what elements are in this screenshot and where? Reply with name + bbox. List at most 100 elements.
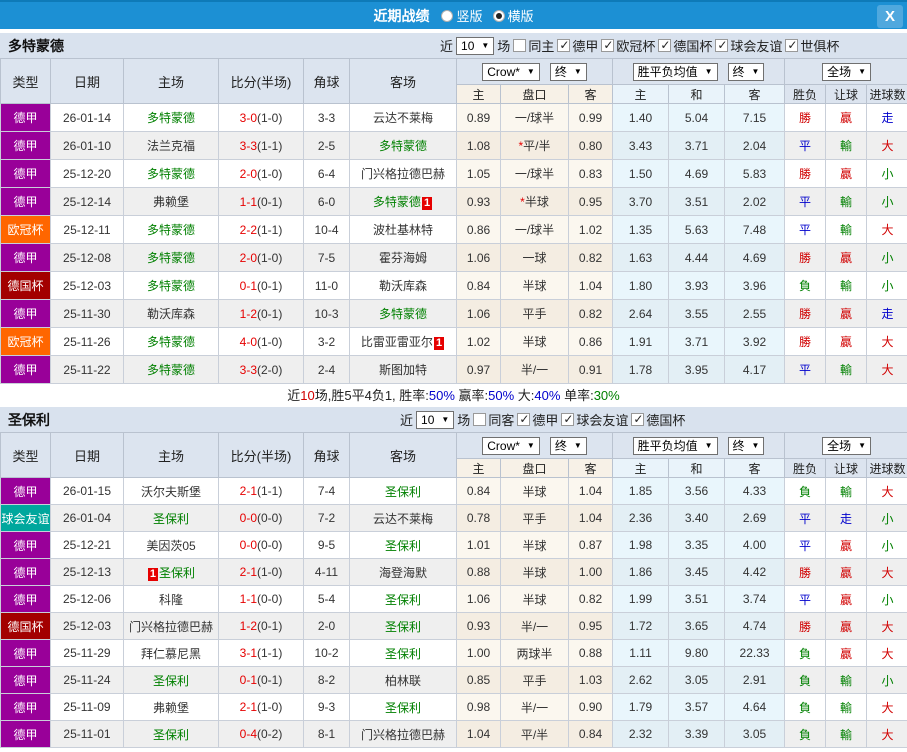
result-handicap: 贏 bbox=[825, 327, 868, 356]
result-handicap: 贏 bbox=[825, 558, 868, 586]
result-goals: 小 bbox=[866, 271, 907, 300]
match-date: 25-12-08 bbox=[50, 243, 124, 272]
match-score: 0-1(0-1) bbox=[218, 271, 304, 300]
avg-away: 3.92 bbox=[724, 327, 786, 356]
team-label: 圣保利 bbox=[384, 700, 421, 715]
match-date: 25-12-21 bbox=[50, 531, 124, 559]
layout-radio-horizontal[interactable]: 横版 bbox=[492, 6, 534, 25]
checkbox-icon[interactable] bbox=[785, 38, 799, 52]
team-label: 圣保利 bbox=[384, 619, 421, 634]
team-label: 勒沃库森 bbox=[146, 307, 195, 321]
handicap-label: 平手 bbox=[522, 673, 547, 688]
result-goals: 大 bbox=[866, 215, 907, 244]
halftime-score: (0-2) bbox=[257, 727, 283, 741]
fulltime-score: 0-0 bbox=[239, 511, 257, 525]
halftime-score: (0-0) bbox=[257, 592, 283, 606]
result-wdl: 勝 bbox=[784, 159, 827, 188]
corner-score: 7-2 bbox=[303, 504, 350, 532]
corner-score: 6-0 bbox=[303, 187, 350, 216]
handicap: 平手 bbox=[500, 299, 569, 328]
away-team: 霍芬海姆 bbox=[349, 243, 457, 272]
select-value: 10 bbox=[461, 38, 475, 53]
avg-odds-select[interactable]: 胜平负均值 ▼ bbox=[632, 62, 718, 81]
fulltime-score: 2-1 bbox=[239, 565, 257, 579]
league-checkbox[interactable]: 世俱杯 bbox=[785, 36, 839, 55]
result-handicap: 走 bbox=[825, 504, 868, 532]
close-icon[interactable]: X bbox=[877, 5, 903, 28]
halftime-score: (0-1) bbox=[257, 278, 283, 293]
handicap: 半球 bbox=[500, 558, 569, 586]
league-checkbox[interactable]: 球会友谊 bbox=[715, 36, 782, 55]
avg-draw: 4.44 bbox=[668, 243, 726, 272]
odds-stage-select[interactable]: 终 ▼ bbox=[549, 436, 587, 455]
checkbox-icon[interactable] bbox=[513, 39, 527, 52]
away-team: 柏林联 bbox=[349, 666, 457, 694]
avg-stage-select[interactable]: 终 ▼ bbox=[727, 62, 765, 81]
result-handicap: 輸 bbox=[825, 355, 868, 384]
team-label: 斯图加特 bbox=[378, 363, 427, 377]
avg-stage-select[interactable]: 终 ▼ bbox=[727, 436, 765, 455]
recent-label: 近 bbox=[400, 413, 414, 428]
layout-radio-vertical[interactable]: 竖版 bbox=[441, 6, 483, 25]
corner-score: 5-4 bbox=[303, 585, 350, 613]
checkbox-icon[interactable] bbox=[557, 38, 571, 52]
away-team: 圣保利 bbox=[349, 639, 457, 667]
match-type-badge: 德国杯 bbox=[0, 612, 51, 640]
result-goals: 大 bbox=[866, 639, 907, 667]
avg-home: 3.70 bbox=[612, 187, 670, 216]
team-label: 霍芬海姆 bbox=[378, 251, 427, 265]
away-team: 多特蒙德 bbox=[349, 299, 457, 328]
team-label: 科隆 bbox=[158, 592, 183, 607]
same-side-checkbox[interactable]: 同主 bbox=[513, 36, 554, 55]
result-handicap: 輸 bbox=[825, 693, 868, 721]
away-team: 圣保利 bbox=[349, 612, 457, 640]
checkbox-icon[interactable] bbox=[631, 412, 645, 426]
fullmatch-select[interactable]: 全场 ▼ bbox=[822, 436, 872, 455]
league-checkbox[interactable]: 德国杯 bbox=[658, 36, 712, 55]
league-checkbox[interactable]: 德甲 bbox=[517, 410, 558, 429]
col-handicap: 盘口 bbox=[500, 84, 569, 104]
fulltime-score: 0-1 bbox=[239, 278, 257, 293]
fullmatch-select[interactable]: 全场 ▼ bbox=[822, 62, 872, 81]
checkbox-icon[interactable] bbox=[658, 38, 672, 52]
checkbox-icon[interactable] bbox=[601, 38, 615, 52]
home-team: 1 圣保利 bbox=[123, 558, 219, 586]
col-avg-draw: 和 bbox=[668, 458, 726, 478]
result-goals: 大 bbox=[866, 558, 907, 586]
bookmaker-select[interactable]: Crow* ▼ bbox=[482, 436, 540, 455]
checkbox-label: 欧冠杯 bbox=[616, 39, 656, 54]
odds-stage-select[interactable]: 终 ▼ bbox=[549, 62, 587, 81]
away-team: 斯图加特 bbox=[349, 355, 457, 384]
match-row: 德国杯 25-12-03 门兴格拉德巴赫 1-2(0-1) 2-0 圣保利 0.93 半/一 0… bbox=[0, 612, 907, 640]
radio-icon[interactable] bbox=[441, 9, 454, 22]
league-checkbox[interactable]: 欧冠杯 bbox=[601, 36, 655, 55]
recent-count-select[interactable]: 10 ▼ bbox=[416, 410, 455, 429]
summary-segment: 单率: bbox=[560, 388, 594, 403]
match-type-badge: 德甲 bbox=[0, 159, 51, 188]
league-checkbox[interactable]: 球会友谊 bbox=[561, 410, 628, 429]
match-row: 德甲 26-01-14 多特蒙德 3-0(1-0) 3-3 云达不莱梅 0.89 一/球半 0.… bbox=[0, 103, 907, 132]
avg-away: 2.04 bbox=[724, 131, 786, 160]
checkbox-icon[interactable] bbox=[473, 413, 487, 426]
result-goals: 大 bbox=[866, 612, 907, 640]
recent-count-select[interactable]: 10 ▼ bbox=[456, 36, 495, 55]
checkbox-icon[interactable] bbox=[715, 38, 729, 52]
league-checkbox[interactable]: 德甲 bbox=[557, 36, 598, 55]
avg-odds-select[interactable]: 胜平负均值 ▼ bbox=[632, 436, 718, 455]
odds-home: 0.85 bbox=[456, 666, 501, 694]
avg-away: 7.15 bbox=[724, 103, 786, 132]
league-checkbox[interactable]: 德国杯 bbox=[631, 410, 685, 429]
away-team: 圣保利 bbox=[349, 693, 457, 721]
bookmaker-select[interactable]: Crow* ▼ bbox=[482, 62, 540, 81]
same-side-checkbox[interactable]: 同客 bbox=[473, 410, 514, 429]
match-row: 欧冠杯 25-11-26 多特蒙德 4-0(1-0) 3-2 比雷亚雷亚尔 1 1.02 半球 0… bbox=[0, 327, 907, 356]
col-avg-away: 客 bbox=[724, 458, 786, 478]
games-label: 场 bbox=[497, 39, 511, 54]
match-date: 25-11-30 bbox=[50, 299, 124, 328]
checkbox-icon[interactable] bbox=[561, 412, 575, 426]
match-row: 欧冠杯 25-12-11 多特蒙德 2-2(1-1) 10-4 波杜基林特 0.86 一/球半… bbox=[0, 215, 907, 244]
radio-icon-checked[interactable] bbox=[492, 9, 505, 22]
checkbox-icon[interactable] bbox=[517, 412, 531, 426]
match-date: 25-12-13 bbox=[50, 558, 124, 586]
fulltime-score: 1-2 bbox=[239, 619, 257, 633]
